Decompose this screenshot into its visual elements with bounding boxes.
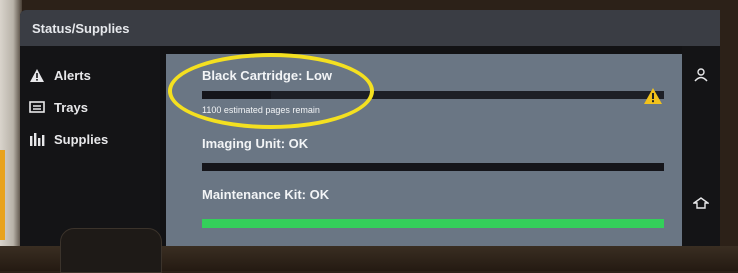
highlight-annotation-oval <box>168 53 374 129</box>
sidebar-item-label: Alerts <box>54 67 91 83</box>
supply-label[interactable]: Maintenance Kit: OK <box>202 187 329 202</box>
warning-icon <box>644 88 662 104</box>
title-bar: Status/Supplies <box>20 10 720 46</box>
right-rail <box>682 46 720 250</box>
sidebar: Alerts Trays Supplies <box>20 46 160 250</box>
supply-level-fill <box>202 219 664 228</box>
user-icon[interactable] <box>694 68 708 87</box>
amber-indicator <box>0 150 5 240</box>
page-title: Status/Supplies <box>32 21 130 36</box>
supplies-bars-icon <box>28 132 46 146</box>
phone-reflection <box>60 228 162 273</box>
tray-icon <box>28 101 46 113</box>
sidebar-item-label: Trays <box>54 99 88 115</box>
warning-triangle-icon <box>28 68 46 82</box>
device-bezel-left <box>0 0 22 271</box>
supply-level-bar <box>202 219 664 228</box>
supply-level-bar <box>202 163 664 171</box>
supply-label[interactable]: Imaging Unit: OK <box>202 136 308 151</box>
supply-level-fill <box>202 163 664 171</box>
sidebar-item-trays[interactable]: Trays <box>28 96 88 118</box>
home-icon[interactable] <box>691 196 711 214</box>
printer-screen: Status/Supplies Alerts Trays Supplies Bl… <box>20 10 720 250</box>
sidebar-item-label: Supplies <box>54 131 109 147</box>
sidebar-item-supplies[interactable]: Supplies <box>28 128 108 150</box>
sidebar-item-alerts[interactable]: Alerts <box>28 64 91 86</box>
